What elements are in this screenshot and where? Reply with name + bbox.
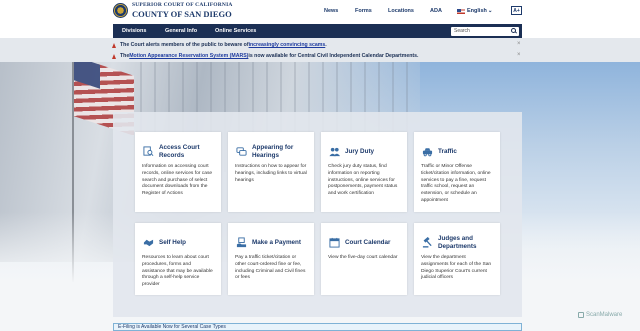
services-panel: Access Court Records Information on acce… bbox=[113, 112, 522, 317]
close-icon[interactable]: × bbox=[517, 52, 521, 58]
nav-link-news[interactable]: News bbox=[324, 8, 338, 14]
card-description: Check jury duty status, find information… bbox=[328, 164, 398, 197]
car-icon bbox=[422, 148, 433, 157]
calendar-icon bbox=[329, 237, 340, 248]
handshake-icon bbox=[143, 239, 154, 247]
chat-icon bbox=[236, 147, 247, 156]
alert-text: . bbox=[325, 42, 327, 48]
efiling-banner[interactable]: E-Filing is Available Now for Several Ca… bbox=[113, 323, 522, 331]
card-description: View the department assignments for each… bbox=[421, 255, 492, 281]
logo-line1: SUPERIOR COURT OF CALIFORNIA bbox=[132, 2, 233, 8]
language-selector[interactable]: English ⌄ bbox=[457, 8, 492, 14]
card-judges-and-departments[interactable]: Judges and Departments View the departme… bbox=[414, 223, 500, 295]
card-title: Access Court Records bbox=[159, 143, 200, 159]
card-title: Jury Duty bbox=[345, 147, 375, 155]
nav-link-locations[interactable]: Locations bbox=[388, 8, 414, 14]
card-description: Traffic or Minor Offense ticket/citation… bbox=[421, 164, 491, 203]
scanmalware-icon bbox=[578, 312, 584, 318]
warning-icon bbox=[112, 42, 116, 48]
nav-link-forms[interactable]: Forms bbox=[355, 8, 372, 14]
users-icon bbox=[329, 147, 340, 157]
alert-text: The Court alerts members of the public t… bbox=[120, 42, 249, 48]
language-label: English bbox=[467, 8, 487, 14]
card-make-a-payment[interactable]: Make a Payment Pay a traffic ticket/cita… bbox=[228, 223, 314, 295]
nav-online-services[interactable]: Online Services bbox=[215, 28, 256, 34]
nav-link-ada[interactable]: ADA bbox=[430, 8, 442, 14]
search-doc-icon bbox=[143, 146, 154, 157]
card-title: Traffic bbox=[438, 147, 457, 155]
text-size-button[interactable]: A+ bbox=[511, 6, 522, 15]
warning-icon bbox=[112, 53, 116, 59]
court-logo[interactable]: SUPERIOR COURT OF CALIFORNIA COUNTY OF S… bbox=[113, 2, 233, 19]
card-title: Court Calendar bbox=[345, 238, 391, 246]
alert-text: is now available for Central Civil Indep… bbox=[248, 53, 419, 59]
payment-icon bbox=[236, 237, 247, 248]
gavel-icon bbox=[422, 237, 432, 248]
card-appearing-for-hearings[interactable]: Appearing for Hearings Instructions on h… bbox=[228, 132, 314, 212]
logo-line2: COUNTY OF SAN DIEGO bbox=[132, 8, 232, 19]
card-description: Pay a traffic ticket/citation or other c… bbox=[235, 255, 306, 281]
card-description: Resources to learn about court procedure… bbox=[142, 255, 213, 288]
card-title: Judges and Departments bbox=[438, 234, 477, 250]
alert-bar: The Court alerts members of the public t… bbox=[0, 38, 640, 62]
card-description: Instructions on how to appear for hearin… bbox=[235, 164, 307, 183]
card-title: Appearing for Hearings bbox=[252, 143, 294, 159]
card-access-court-records[interactable]: Access Court Records Information on acce… bbox=[135, 132, 221, 212]
card-self-help[interactable]: Self Help Resources to learn about court… bbox=[135, 223, 221, 295]
search-placeholder: Search bbox=[454, 27, 470, 34]
card-description: Information on accessing court records, … bbox=[142, 164, 213, 197]
close-icon[interactable]: × bbox=[517, 41, 521, 47]
search-input[interactable]: Search bbox=[451, 26, 519, 36]
card-court-calendar[interactable]: Court Calendar View the five-day court c… bbox=[321, 223, 407, 295]
card-traffic[interactable]: Traffic Traffic or Minor Offense ticket/… bbox=[414, 132, 500, 212]
chevron-down-icon: ⌄ bbox=[487, 8, 493, 14]
card-jury-duty[interactable]: Jury Duty Check jury duty status, find i… bbox=[321, 132, 407, 212]
search-icon[interactable] bbox=[511, 28, 516, 33]
alert-link-mars[interactable]: Motion Appearance Reservation System (MA… bbox=[129, 53, 248, 59]
alert-text: The bbox=[120, 53, 130, 59]
card-title: Self Help bbox=[159, 238, 186, 246]
main-navbar: Divisions General Info Online Services S… bbox=[113, 24, 522, 38]
alert-mars: The Motion Appearance Reservation System… bbox=[112, 53, 418, 59]
alert-scams: The Court alerts members of the public t… bbox=[112, 42, 327, 48]
court-seal-icon bbox=[113, 3, 128, 18]
nav-general-info[interactable]: General Info bbox=[165, 28, 197, 34]
watermark-text: ScanMalware bbox=[586, 312, 623, 318]
card-title: Make a Payment bbox=[252, 238, 302, 246]
site-header: SUPERIOR COURT OF CALIFORNIA COUNTY OF S… bbox=[0, 0, 640, 24]
us-flag-icon bbox=[457, 8, 465, 14]
alert-link-scams[interactable]: increasingly convincing scams bbox=[249, 42, 326, 48]
card-description: View the five-day court calendar bbox=[328, 255, 398, 260]
nav-divisions[interactable]: Divisions bbox=[122, 28, 146, 34]
watermark: ScanMalware bbox=[578, 312, 622, 318]
